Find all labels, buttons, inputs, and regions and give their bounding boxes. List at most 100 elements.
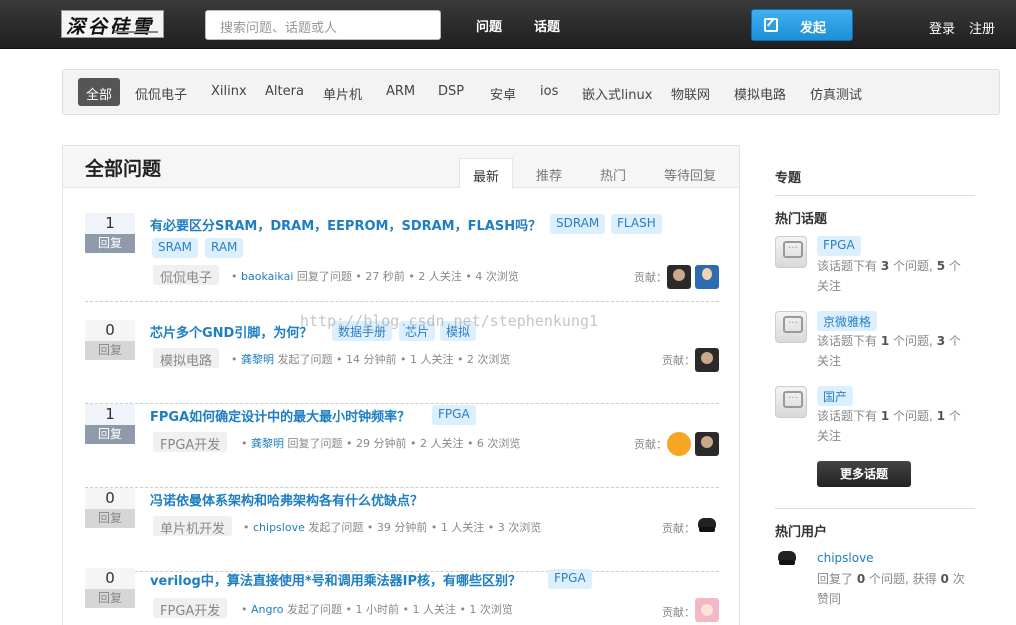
contributor-avatar[interactable] xyxy=(695,348,719,372)
question-category[interactable]: 模拟电路 xyxy=(153,348,220,369)
category-item[interactable]: DSP xyxy=(430,78,472,106)
user-link[interactable]: baokaikai xyxy=(241,270,293,283)
contributor-avatar[interactable] xyxy=(667,265,691,289)
publish-button[interactable]: 发起 xyxy=(751,9,853,41)
category-item[interactable]: 安卓 xyxy=(482,78,524,106)
hot-users-heading: 热门用户 xyxy=(775,525,828,540)
hot-user-avatar[interactable] xyxy=(775,549,807,581)
question-category[interactable]: FPGA开发 xyxy=(153,598,228,619)
question-category[interactable]: 单片机开发 xyxy=(153,516,233,537)
topic-desc-mid: 个问题, xyxy=(893,409,933,423)
topic-question-count: 1 xyxy=(880,334,890,348)
question-meta: • 龚黎明 发起了问题 • 14 分钟前 • 1 人关注 • 2 次浏览 xyxy=(231,353,511,366)
hot-user-stat-text: 个问题, 获得 xyxy=(869,572,937,586)
question-category[interactable]: 侃侃电子 xyxy=(153,265,220,286)
divider xyxy=(775,195,975,196)
hot-user-stat-text: 回复了 xyxy=(817,572,854,586)
question-meta: • Angro 发起了问题 • 1 小时前 • 1 人关注 • 1 次浏览 xyxy=(241,603,513,616)
question-tag[interactable]: SDRAM xyxy=(550,214,606,234)
register-link[interactable]: 注册 xyxy=(969,18,995,37)
reply-count-label: 回复 xyxy=(85,234,135,253)
category-item[interactable]: 物联网 xyxy=(663,78,718,106)
hot-user-name[interactable]: chipslove xyxy=(817,551,874,565)
category-item[interactable]: 侃侃电子 xyxy=(127,78,195,106)
more-topics-button[interactable]: 更多话题 xyxy=(817,461,911,487)
hot-user-stats: 回复了 0 个问题, 获得 0 次赞同 xyxy=(817,569,967,609)
reply-count: 0 回复 xyxy=(85,320,135,360)
watermark: http://blog.csdn.net/stephenkung1 xyxy=(300,312,599,330)
contributor-avatar[interactable] xyxy=(667,432,691,456)
hot-user-like-count: 0 xyxy=(940,572,949,586)
question-meta: • chipslove 发起了问题 • 39 分钟前 • 1 人关注 • 3 次… xyxy=(243,521,542,534)
topic-desc-prefix: 该话题下有 xyxy=(817,259,878,273)
divider xyxy=(775,508,975,509)
user-link[interactable]: chipslove xyxy=(253,521,305,534)
user-link[interactable]: Angro xyxy=(251,603,284,616)
question-item: 0 回复 芯片多个GND引脚，为何？ 数据手册 芯片 模拟 模拟电路 • 龚黎明… xyxy=(85,320,719,404)
topics-heading[interactable]: 专题 xyxy=(775,167,975,186)
contributor-avatar[interactable] xyxy=(695,516,719,540)
topic-desc-mid: 个问题, xyxy=(893,259,933,273)
question-title[interactable]: verilog中，算法直接使用*号和调用乘法器IP核，有哪些区别？ xyxy=(150,570,521,589)
question-meta-text: 发起了问题 • 1 小时前 • 1 人关注 • 1 次浏览 xyxy=(287,603,513,616)
login-link[interactable]: 登录 xyxy=(929,18,955,37)
search-input[interactable]: 搜索问题、话题或人 xyxy=(205,10,441,40)
topic-icon[interactable] xyxy=(775,236,807,268)
topic-question-count: 3 xyxy=(880,259,890,273)
publish-label: 发起 xyxy=(800,21,827,36)
question-title[interactable]: 冯诺依曼体系架构和哈弗架构各有什么优缺点？ xyxy=(150,490,423,509)
question-title[interactable]: 芯片多个GND引脚，为何？ xyxy=(150,322,312,341)
page-title: 全部问题 xyxy=(85,158,162,180)
category-all[interactable]: 全部 xyxy=(78,78,121,106)
question-tag[interactable]: RAM xyxy=(205,238,244,258)
user-link[interactable]: 龚黎明 xyxy=(251,437,284,450)
category-item[interactable]: ARM xyxy=(378,78,423,106)
nav-questions[interactable]: 问题 xyxy=(476,16,502,35)
category-item[interactable]: ios xyxy=(532,78,566,106)
question-meta-text: 回复了问题 • 29 分钟前 • 2 人关注 • 6 次浏览 xyxy=(287,437,521,450)
topic-tag[interactable]: 国产 xyxy=(817,386,854,406)
question-title[interactable]: 有必要区分SRAM，DRAM，EEPROM，SDRAM，FLASH吗？ xyxy=(150,215,541,234)
question-tag[interactable]: FPGA xyxy=(432,405,476,425)
question-tag[interactable]: FPGA xyxy=(548,569,592,589)
question-title[interactable]: FPGA如何确定设计中的最大最小时钟频率？ xyxy=(150,406,410,425)
topic-follower-count: 1 xyxy=(936,409,946,423)
question-meta: • baokaikai 回复了问题 • 27 秒前 • 2 人关注 • 4 次浏… xyxy=(231,270,519,283)
topic-follower-count: 5 xyxy=(936,259,946,273)
question-tag[interactable]: SRAM xyxy=(152,238,199,258)
category-item[interactable]: Altera xyxy=(257,78,312,106)
tab-unanswered[interactable]: 等待回复 xyxy=(651,158,729,189)
topic-icon[interactable] xyxy=(775,311,807,343)
category-item[interactable]: 模拟电路 xyxy=(726,78,794,106)
tab-latest[interactable]: 最新 xyxy=(459,158,514,189)
reply-count-label: 回复 xyxy=(85,341,135,360)
site-logo[interactable]: 深谷硅雪 xyxy=(61,10,164,38)
reply-count-number: 0 xyxy=(85,568,135,589)
tab-recommended[interactable]: 推荐 xyxy=(523,158,575,189)
tab-hot[interactable]: 热门 xyxy=(587,158,639,189)
hot-topics-heading: 热门话题 xyxy=(775,212,828,227)
reply-count-number: 0 xyxy=(85,488,135,509)
nav-topics[interactable]: 话题 xyxy=(534,16,560,35)
topic-tag[interactable]: FPGA xyxy=(817,236,861,256)
hot-user-answer-count: 0 xyxy=(856,572,866,586)
user-link[interactable]: 龚黎明 xyxy=(241,353,274,366)
topic-tag[interactable]: 京微雅格 xyxy=(817,311,878,331)
topic-description: 该话题下有 3 个问题, 5 个关注 xyxy=(817,256,967,296)
reply-count: 1 回复 xyxy=(85,404,135,444)
question-meta: • 龚黎明 回复了问题 • 29 分钟前 • 2 人关注 • 6 次浏览 xyxy=(241,437,521,450)
topic-icon[interactable] xyxy=(775,386,807,418)
category-item[interactable]: 嵌入式linux xyxy=(574,78,660,106)
contributor-avatar[interactable] xyxy=(695,265,719,289)
question-list-panel: 全部问题 最新 推荐 热门 等待回复 1 回复 有必要区分SRAM，DRAM，E… xyxy=(62,145,740,625)
reply-count-label: 回复 xyxy=(85,425,135,444)
category-item[interactable]: Xilinx xyxy=(203,78,255,106)
reply-count-number: 1 xyxy=(85,404,135,425)
contributor-avatar[interactable] xyxy=(695,598,719,622)
question-category[interactable]: FPGA开发 xyxy=(153,432,228,453)
contributor-avatar[interactable] xyxy=(695,432,719,456)
question-tag[interactable]: FLASH xyxy=(611,214,662,234)
category-item[interactable]: 单片机 xyxy=(315,78,370,106)
topic-description: 该话题下有 1 个问题, 1 个关注 xyxy=(817,406,967,446)
category-item[interactable]: 仿真测试 xyxy=(802,78,870,106)
